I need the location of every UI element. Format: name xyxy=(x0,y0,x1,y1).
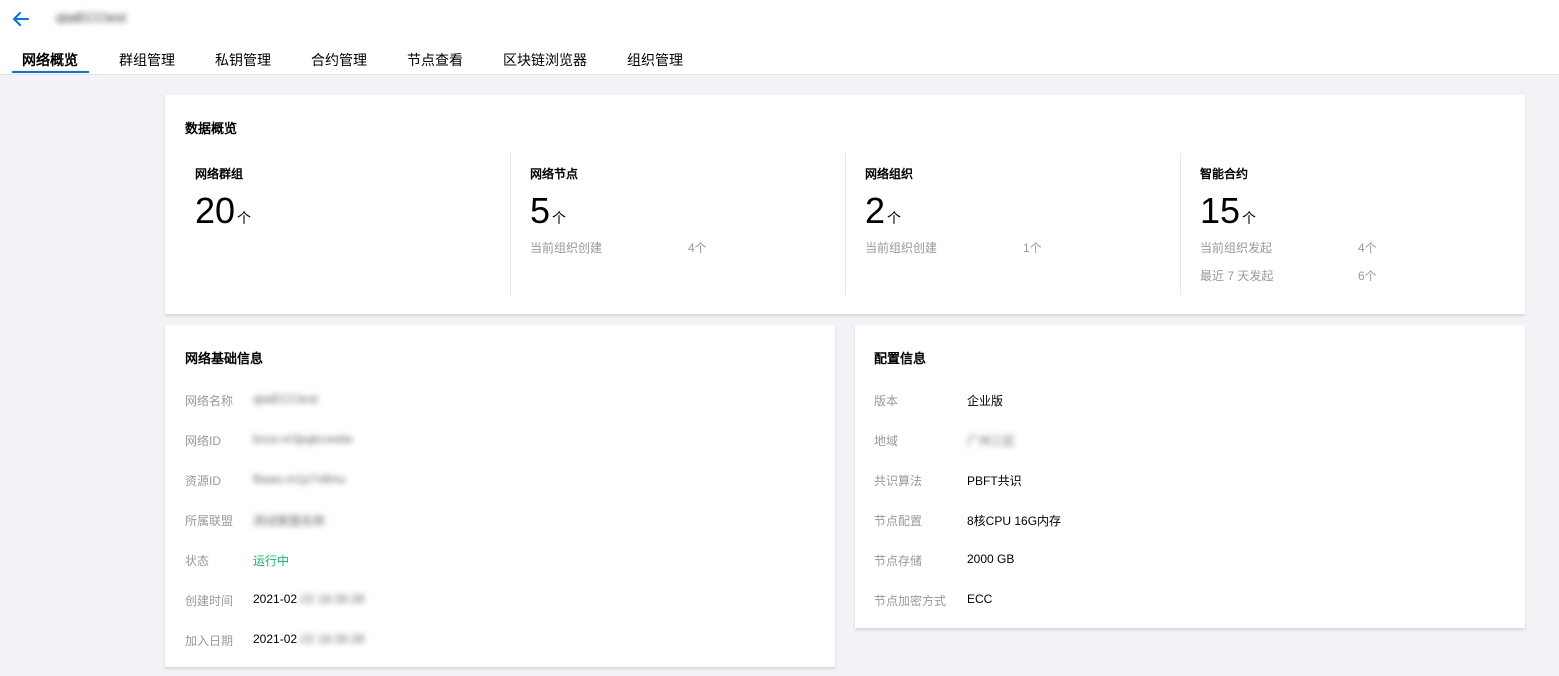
tab-contract-management[interactable]: 合约管理 xyxy=(311,50,367,75)
tab-organization-management[interactable]: 组织管理 xyxy=(627,50,683,75)
info-label: 节点加密方式 xyxy=(874,594,947,608)
info-label: 资源ID xyxy=(185,474,222,488)
info-value: 广州三区 xyxy=(967,434,1016,448)
sub-row-value: 1个 xyxy=(1023,241,1042,255)
date-rest: -22 16:35:39 xyxy=(297,592,365,606)
stat-divider xyxy=(510,153,511,295)
info-label: 网络ID xyxy=(185,434,222,448)
card-title: 配置信息 xyxy=(874,351,927,366)
stat-unit: 个 xyxy=(237,210,252,226)
sub-row-label: 最近 7 天发起 xyxy=(1200,269,1274,283)
stat-network-groups: 网络群组 20 个 xyxy=(195,153,505,295)
sub-row-value: 4个 xyxy=(1358,241,1377,255)
sub-row-label: 当前组织创建 xyxy=(865,241,938,255)
stat-value: 2个 xyxy=(865,189,901,240)
date-prefix: 2021-02 xyxy=(253,632,298,646)
stat-divider xyxy=(1180,153,1181,295)
stat-sub-row: 当前组织创建 1个 xyxy=(865,239,1042,256)
info-value: qtatECCtest xyxy=(253,392,318,406)
stat-label: 网络组织 xyxy=(865,167,914,181)
info-label: 加入日期 xyxy=(185,634,234,648)
status-badge: 运行中 xyxy=(253,554,290,568)
stat-network-orgs: 网络组织 2个 当前组织创建 1个 xyxy=(865,153,1175,295)
top-bar: qtatECCtest 网络概览 群组管理 私钥管理 合约管理 节点查看 区块链… xyxy=(0,0,1559,75)
info-label: 节点配置 xyxy=(874,514,923,528)
info-value: fbaas-m1p7v8mu xyxy=(253,472,346,486)
info-value: 2021-02-22 16:35:39 xyxy=(253,592,364,606)
network-basic-info-card: 网络基础信息 网络名称 qtatECCtest 网络ID bcos-m3pqkc… xyxy=(165,325,835,667)
stat-label: 网络群组 xyxy=(195,167,244,181)
date-prefix: 2021-02 xyxy=(253,592,298,606)
info-value: PBFT共识 xyxy=(967,474,1022,488)
stat-value: 20 个 xyxy=(195,189,251,240)
info-label: 网络名称 xyxy=(185,394,234,408)
info-value: ECC xyxy=(967,592,993,606)
info-value: 2021-02-22 16:35:39 xyxy=(253,632,364,646)
stat-smart-contracts: 智能合约 15 个 当前组织发起 4个 最近 7 天发起 6个 xyxy=(1200,153,1510,295)
card-title: 数据概览 xyxy=(185,121,238,136)
tab-blockchain-explorer[interactable]: 区块链浏览器 xyxy=(503,50,587,75)
sub-row-label: 当前组织发起 xyxy=(1200,241,1273,255)
active-tab-indicator xyxy=(12,71,89,73)
info-label: 创建时间 xyxy=(185,594,234,608)
stat-number: 15 xyxy=(1200,190,1241,231)
stat-number: 20 xyxy=(195,190,236,231)
stat-unit: 个 xyxy=(1242,210,1257,226)
tab-node-view[interactable]: 节点查看 xyxy=(407,50,463,75)
stat-network-nodes: 网络节点 5个 当前组织创建 4个 xyxy=(530,153,840,295)
network-title: qtatECCtest xyxy=(56,10,127,25)
info-value: 企业版 xyxy=(967,394,1004,408)
stat-unit: 个 xyxy=(552,210,567,226)
stat-number: 2 xyxy=(865,190,886,231)
stat-value: 15 个 xyxy=(1200,189,1256,240)
info-label: 所属联盟 xyxy=(185,514,234,528)
info-label: 状态 xyxy=(185,554,210,568)
stat-number: 5 xyxy=(530,190,551,231)
stat-sub-row: 最近 7 天发起 6个 xyxy=(1200,267,1377,284)
sub-row-value: 4个 xyxy=(688,241,707,255)
tab-group-management[interactable]: 群组管理 xyxy=(119,50,175,75)
stat-divider xyxy=(845,153,846,295)
stat-value: 5个 xyxy=(530,189,566,240)
stat-sub-row: 当前组织创建 4个 xyxy=(530,239,707,256)
stat-sub-row: 当前组织发起 4个 xyxy=(1200,239,1377,256)
back-button[interactable] xyxy=(10,9,32,29)
info-label: 地域 xyxy=(874,434,899,448)
arrow-left-icon xyxy=(13,12,29,26)
info-label: 节点存储 xyxy=(874,554,923,568)
config-info-card: 配置信息 版本 企业版 地域 广州三区 共识算法 PBFT共识 节点配置 8核C… xyxy=(855,325,1525,628)
info-label: 共识算法 xyxy=(874,474,923,488)
data-overview-card: 数据概览 网络群组 20 个 网络节点 5个 当前组织创建 4个 网络组织 2个 … xyxy=(165,95,1525,314)
info-value: 测试联盟名称 xyxy=(253,514,326,528)
info-value: 2000 GB xyxy=(967,552,1015,566)
info-value: 8核CPU 16G内存 xyxy=(967,514,1062,528)
stat-label: 网络节点 xyxy=(530,167,579,181)
stat-label: 智能合约 xyxy=(1200,167,1249,181)
card-title: 网络基础信息 xyxy=(185,351,264,366)
info-value: bcos-m3pqkcvedw xyxy=(253,432,353,446)
stat-unit: 个 xyxy=(887,210,902,226)
tab-private-key-management[interactable]: 私钥管理 xyxy=(215,50,271,75)
date-rest: -22 16:35:39 xyxy=(297,632,365,646)
sub-row-value: 6个 xyxy=(1358,269,1377,283)
info-label: 版本 xyxy=(874,394,899,408)
sub-row-label: 当前组织创建 xyxy=(530,241,603,255)
